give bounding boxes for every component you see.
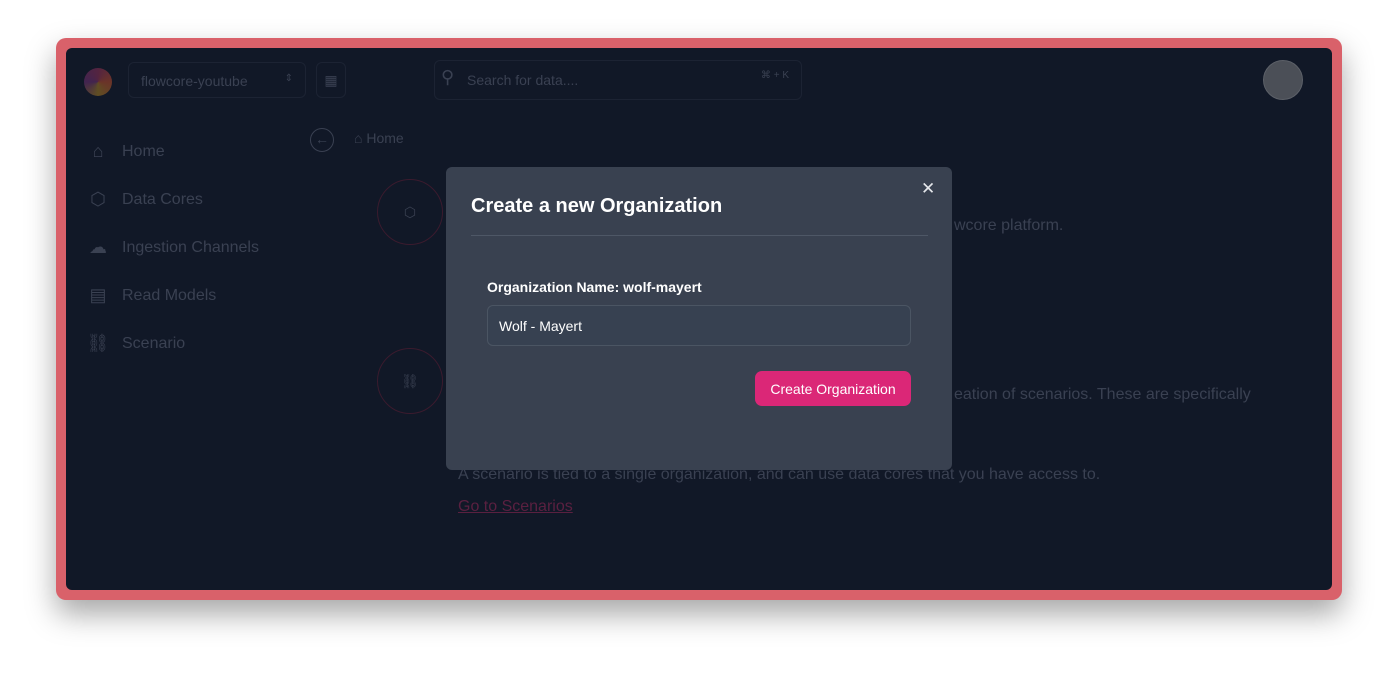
data-cores-description: wcore platform.: [954, 217, 1064, 234]
app-window: flowcore-youtube ⇕ ▦ ⚲ Search for data....…: [66, 48, 1332, 590]
sidebar-item-label: Ingestion Channels: [122, 238, 259, 256]
sidebar-item-label: Data Cores: [122, 190, 203, 208]
organization-name-input[interactable]: [487, 305, 911, 346]
book-icon: ▤: [89, 285, 107, 305]
cubes-icon: ⬡: [90, 189, 106, 209]
flow-icon: ⛓: [86, 333, 110, 353]
sidebar-item-home[interactable]: ⌂ Home: [86, 141, 165, 162]
close-icon[interactable]: ✕: [921, 179, 935, 199]
sidebar-item-data-cores[interactable]: ⬡ Data Cores: [86, 189, 203, 210]
sidebar-item-ingestion-channels[interactable]: ☁ Ingestion Channels: [86, 237, 259, 258]
sidebar-item-label: Home: [122, 142, 165, 160]
modal-title: Create a new Organization: [471, 195, 723, 217]
flowcore-logo[interactable]: [84, 68, 112, 96]
search-icon: ⚲: [441, 67, 455, 87]
cubes-icon: ⬡: [377, 179, 443, 245]
go-to-scenarios-link[interactable]: Go to Scenarios: [458, 498, 573, 516]
search-shortcut: ⌘ + K: [760, 70, 789, 81]
scenario-description: eation of scenarios. These are specifica…: [954, 386, 1251, 403]
avatar[interactable]: [1263, 60, 1303, 100]
flow-icon: ⛓: [377, 348, 443, 414]
chevron-updown-icon: ⇕: [284, 73, 293, 84]
breadcrumb-home: Home: [366, 130, 404, 146]
create-organization-button[interactable]: Create Organization: [755, 371, 911, 406]
sidebar-item-label: Scenario: [122, 334, 186, 352]
cloud-upload-icon: ☁: [89, 237, 107, 257]
sidebar-item-scenario[interactable]: ⛓ Scenario: [86, 333, 186, 354]
search-placeholder: Search for data....: [467, 72, 579, 88]
breadcrumb[interactable]: ⌂ Home: [354, 130, 404, 146]
sidebar-item-label: Read Models: [122, 286, 217, 304]
window-frame: flowcore-youtube ⇕ ▦ ⚲ Search for data....…: [56, 38, 1342, 600]
create-organization-modal: Create a new Organization ✕ Organization…: [446, 167, 952, 470]
sidebar-item-read-models[interactable]: ▤ Read Models: [86, 285, 216, 306]
organization-name-label: Organization Name: wolf-mayert: [487, 279, 702, 295]
collapse-sidebar-button[interactable]: ←: [310, 128, 334, 152]
home-icon: ⌂: [92, 141, 104, 161]
divider: [471, 235, 928, 236]
building-icon[interactable]: ▦: [316, 62, 346, 98]
org-selector[interactable]: flowcore-youtube ⇕: [128, 62, 306, 98]
org-selector-label: flowcore-youtube: [141, 73, 248, 89]
search-input[interactable]: ⚲ Search for data.... ⌘ + K: [434, 60, 802, 100]
home-icon: ⌂: [354, 130, 363, 146]
